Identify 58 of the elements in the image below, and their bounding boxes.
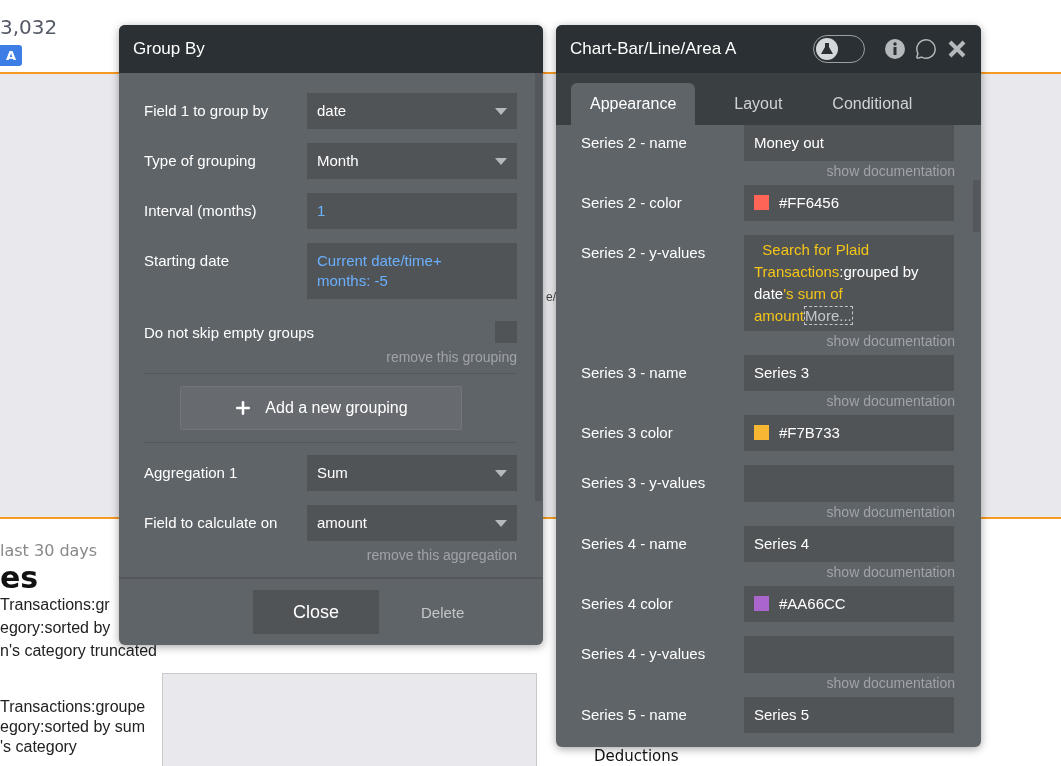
- panel-title: Group By: [133, 39, 206, 59]
- field-label: Field to calculate on: [144, 513, 279, 533]
- color-field[interactable]: #AA66CC: [744, 586, 954, 622]
- field-label: Series 3 - y-values: [581, 473, 707, 493]
- dropdown-caret-icon: [495, 158, 507, 165]
- period-text: last 30 days: [0, 540, 98, 562]
- text-field[interactable]: Series 5: [744, 697, 954, 733]
- badge: A: [0, 45, 23, 66]
- url-text: e/: [546, 290, 556, 306]
- field-label: Starting date: [144, 251, 231, 271]
- field-label: Series 2 - y-values: [581, 243, 707, 263]
- tab[interactable]: Layout: [715, 83, 802, 125]
- section-heading: es: [0, 563, 39, 593]
- color-field[interactable]: #F7B733: [744, 415, 954, 451]
- section-heading: Deductions: [594, 748, 679, 765]
- field-label: Type of grouping: [144, 151, 257, 171]
- expression-text: Transactions:gr: [0, 595, 110, 615]
- expression-field[interactable]: Search for Plaid Transactions:grouped by date's sum of amountMore...: [744, 235, 954, 331]
- field-label: Aggregation 1: [144, 463, 239, 483]
- dropdown-field[interactable]: date: [307, 93, 517, 129]
- field-label: Series 3 - name: [581, 363, 688, 383]
- comment-icon[interactable]: [915, 38, 937, 60]
- expression-text: Transactions:groupe: [0, 697, 146, 717]
- field-label: Series 4 color: [581, 594, 674, 614]
- dropdown-field[interactable]: amount: [307, 505, 517, 541]
- field-label: Series 4 - name: [581, 534, 688, 554]
- scrollbar[interactable]: [535, 73, 542, 501]
- field-label: Series 2 - name: [581, 133, 688, 153]
- text-field[interactable]: Series 3: [744, 355, 954, 391]
- dropdown-caret-icon: [495, 470, 507, 477]
- panel-title: Chart-Bar/Line/Area A: [570, 39, 738, 59]
- info-icon[interactable]: [885, 39, 905, 59]
- dropdown-field[interactable]: Month: [307, 143, 517, 179]
- flask-icon: [816, 38, 838, 60]
- text-field[interactable]: Series 4: [744, 526, 954, 562]
- tab[interactable]: Appearance: [571, 83, 696, 125]
- field-label: Series 2 - color: [581, 193, 683, 213]
- amount-text: 3,032: [0, 15, 58, 39]
- expression-text: 's category: [0, 737, 77, 757]
- field-label: Series 5 - name: [581, 705, 688, 725]
- add-grouping-button[interactable]: Add a new grouping: [179, 386, 462, 430]
- checkbox-label: Do not skip empty groups: [144, 323, 315, 343]
- close-icon[interactable]: [947, 39, 967, 59]
- field-label: Interval (months): [144, 201, 258, 221]
- color-field[interactable]: #FF6456: [744, 185, 954, 221]
- dropdown-field[interactable]: Sum: [307, 455, 517, 491]
- delete-button[interactable]: Delete: [399, 595, 487, 629]
- dropdown-caret-icon: [495, 108, 507, 115]
- field-label: Series 4 - y-values: [581, 644, 707, 664]
- expression-text: egory:sorted by sum: [0, 717, 145, 737]
- tab[interactable]: Conditional: [813, 83, 932, 125]
- text-field[interactable]: Money out: [744, 125, 954, 161]
- field-label: Series 3 color: [581, 423, 674, 443]
- scrollbar[interactable]: [973, 180, 980, 232]
- expression-text: n's category truncated: [0, 641, 157, 661]
- field-label: Field 1 to group by: [144, 101, 270, 121]
- close-button[interactable]: Close: [253, 590, 379, 634]
- expression-text: egory:sorted by: [0, 618, 111, 638]
